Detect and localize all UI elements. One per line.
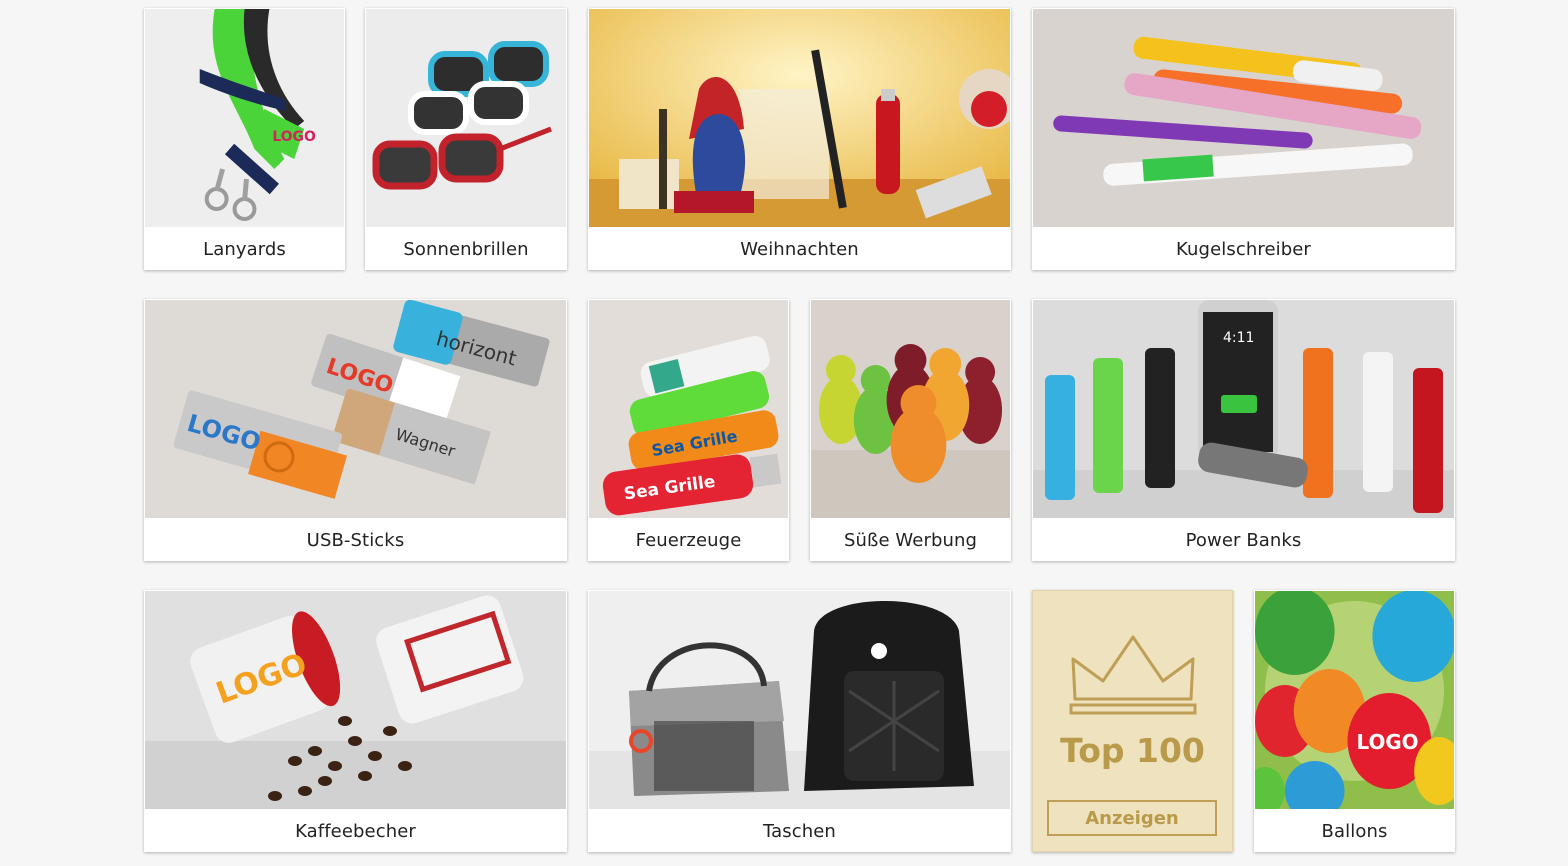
category-label: USB-Sticks	[306, 529, 405, 551]
category-tile-feuerzeuge[interactable]: Sea Grille Sea Grille Feuerzeuge	[588, 299, 789, 561]
lanyard-logo-text: LOGO	[272, 129, 316, 145]
category-label: Power Banks	[1185, 529, 1302, 551]
taschen-image	[589, 591, 1010, 809]
power-banks-image: 4:11	[1033, 300, 1454, 518]
category-label: Sonnenbrillen	[403, 238, 529, 260]
usb-sticks-image: horizont LOGO Wagner LOGO	[145, 300, 566, 518]
balloon-logo-text: LOGO	[1356, 730, 1418, 754]
category-tile-power-banks[interactable]: 4:11 Power Banks	[1032, 299, 1455, 561]
lanyards-image: LOGO	[145, 9, 344, 227]
category-label: Taschen	[763, 820, 836, 842]
crown-icon	[1069, 635, 1197, 715]
category-label: Weihnachten	[740, 238, 859, 260]
ballons-image: LOGO	[1255, 591, 1454, 809]
kugelschreiber-image	[1033, 9, 1454, 227]
phone-time-text: 4:11	[1223, 330, 1254, 346]
category-label: Kaffeebecher	[295, 820, 416, 842]
feuerzeuge-image: Sea Grille Sea Grille	[589, 300, 788, 518]
category-tile-kaffeebecher[interactable]: LOGO Kaffeebecher	[144, 590, 567, 852]
anzeigen-button[interactable]: Anzeigen	[1047, 800, 1217, 836]
category-label: Ballons	[1321, 820, 1388, 842]
category-label: Kugelschreiber	[1176, 238, 1311, 260]
category-tile-sonnenbrillen[interactable]: Sonnenbrillen	[365, 8, 567, 270]
sonnenbrillen-image	[366, 9, 566, 227]
category-tile-weihnachten[interactable]: Weihnachten	[588, 8, 1011, 270]
category-label: Lanyards	[203, 238, 286, 260]
category-tile-kugelschreiber[interactable]: Kugelschreiber	[1032, 8, 1455, 270]
category-tile-ballons[interactable]: LOGO Ballons	[1254, 590, 1455, 852]
top100-tile[interactable]: Top 100 Anzeigen	[1032, 590, 1233, 852]
category-tile-usb-sticks[interactable]: horizont LOGO Wagner LOGO USB-Sticks	[144, 299, 567, 561]
suesse-werbung-image	[811, 300, 1010, 518]
category-label: Feuerzeuge	[635, 529, 742, 551]
weihnachten-image	[589, 9, 1010, 227]
kaffeebecher-image: LOGO	[145, 591, 566, 809]
category-tile-suesse-werbung[interactable]: Süße Werbung	[810, 299, 1011, 561]
category-tile-taschen[interactable]: Taschen	[588, 590, 1011, 852]
category-tile-lanyards[interactable]: LOGO Lanyards	[144, 8, 345, 270]
category-label: Süße Werbung	[843, 529, 978, 551]
top100-title: Top 100	[1060, 731, 1205, 770]
